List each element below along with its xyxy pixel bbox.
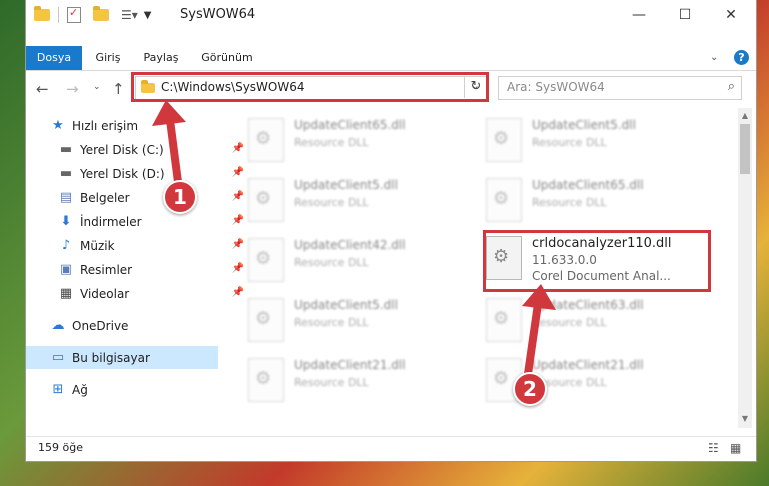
- arrow-2-head: [522, 284, 556, 310]
- annotation-arrows: [152, 100, 556, 378]
- callout-badge-1: 1: [163, 180, 197, 214]
- callout-badge-2: 2: [513, 372, 547, 406]
- arrow-1: [152, 100, 186, 186]
- arrow-1-shaft: [166, 116, 182, 186]
- arrow-1-head: [152, 100, 186, 126]
- arrow-2-shaft: [524, 300, 542, 378]
- arrow-2: [522, 284, 556, 378]
